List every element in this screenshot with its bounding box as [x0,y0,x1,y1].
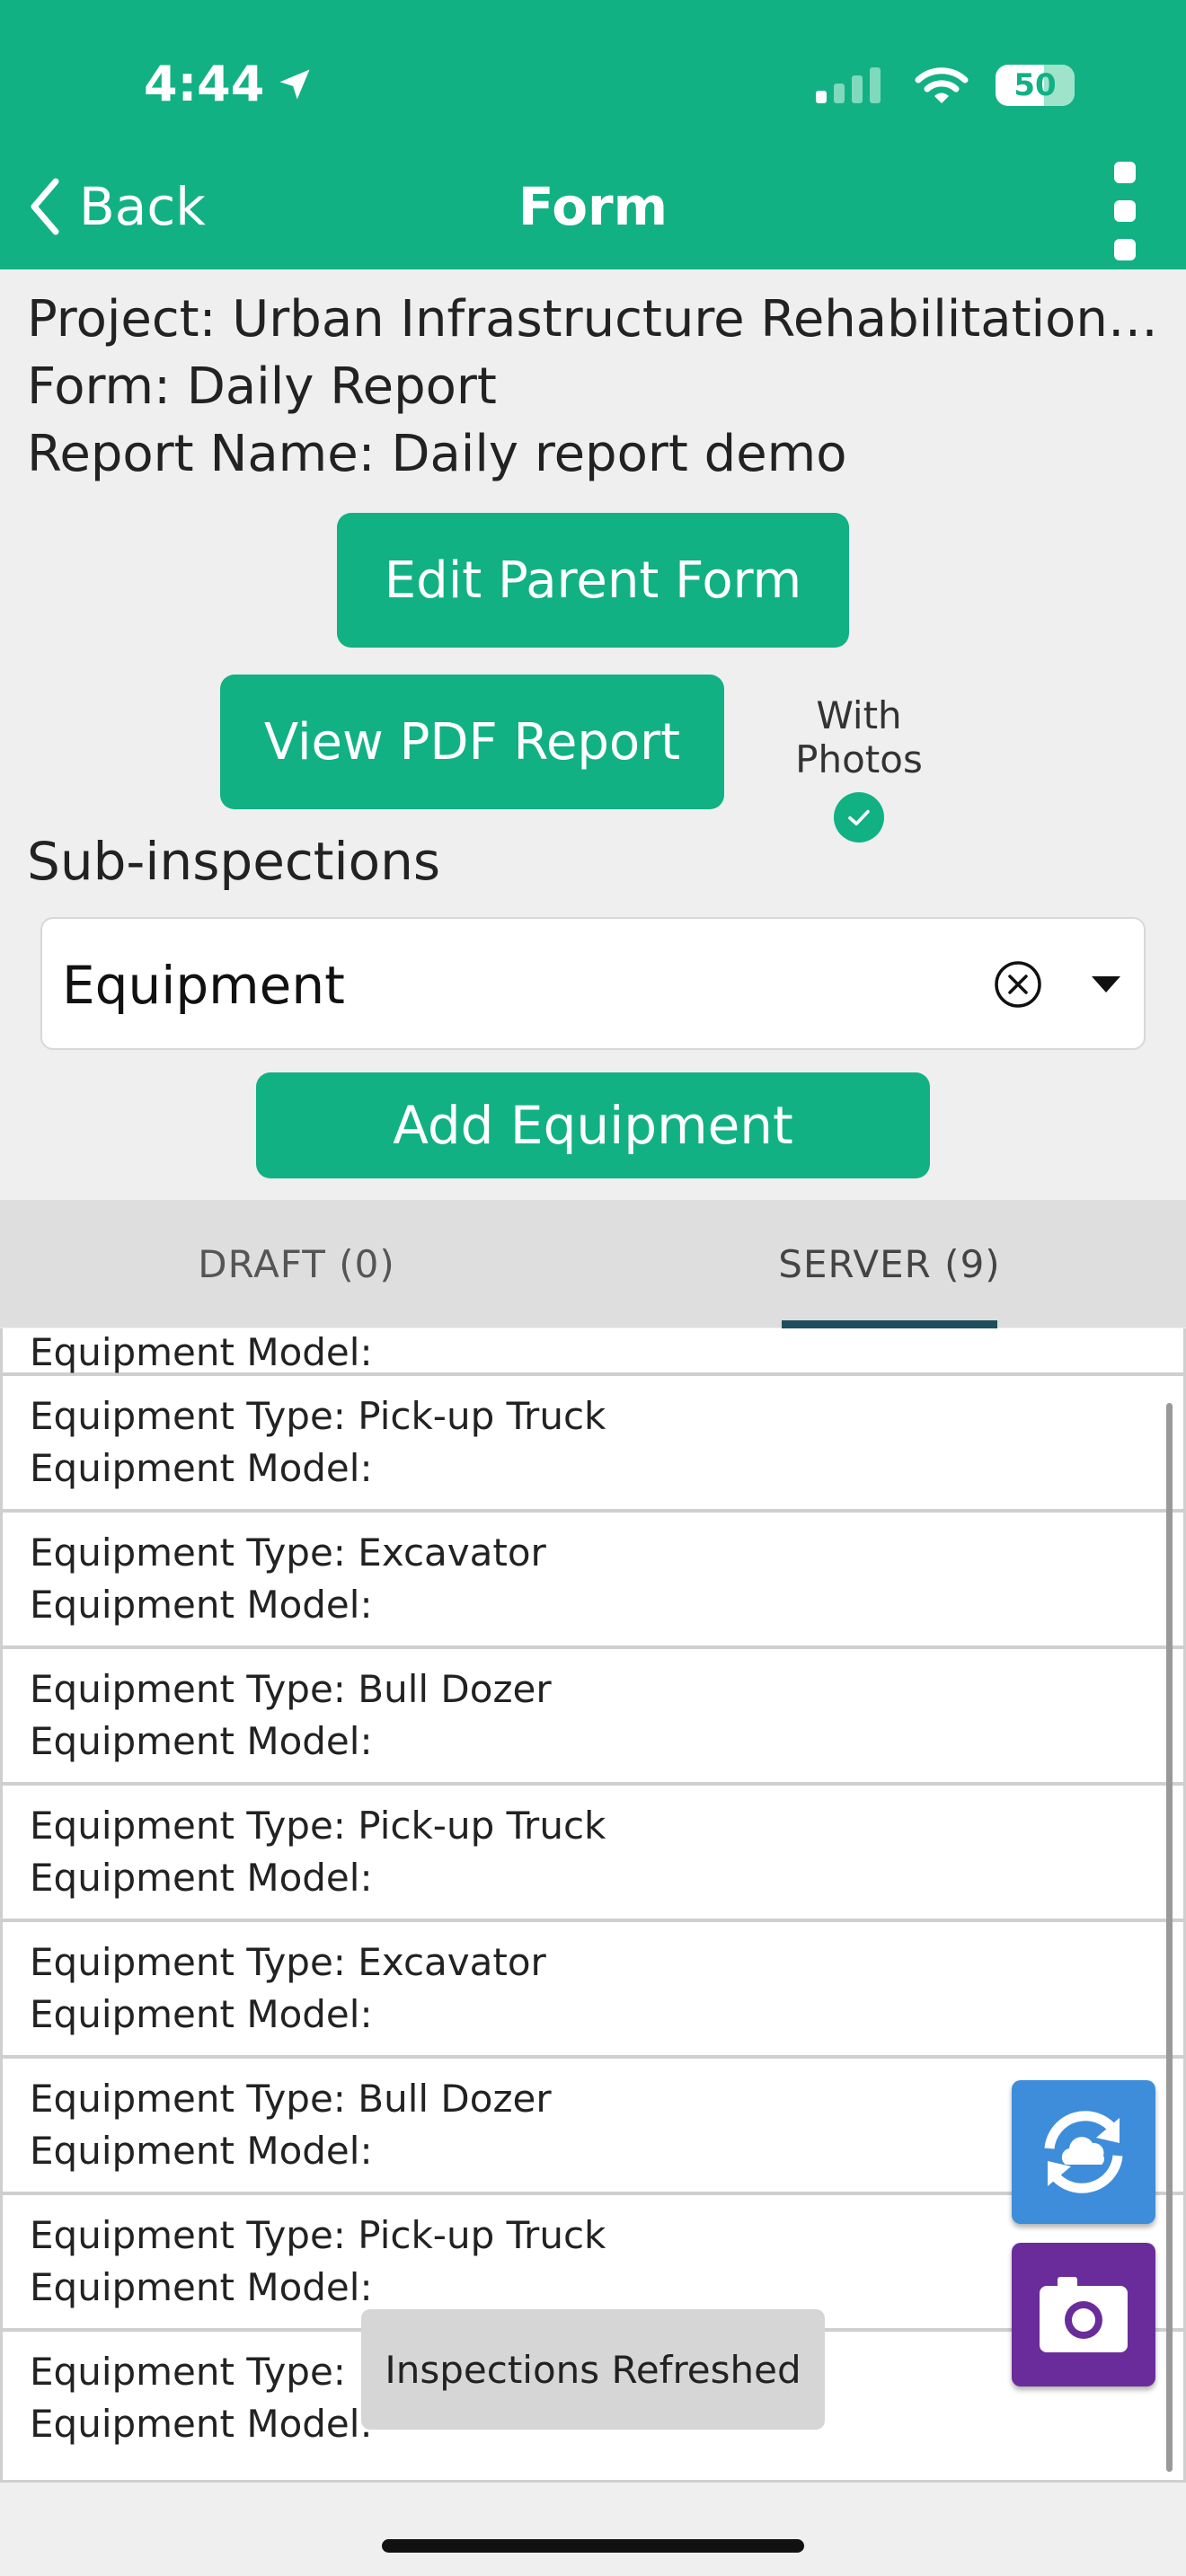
view-pdf-report-button[interactable]: View PDF Report [220,675,724,809]
with-photos-label: With Photos [795,693,923,781]
status-time: 4:44 [144,56,314,112]
home-indicator[interactable] [382,2539,804,2553]
with-photos-toggle[interactable]: With Photos [751,693,967,842]
equipment-model: Equipment Model: [30,1446,373,1490]
list-item[interactable]: Equipment Type: Pick-up Truck Equipment … [3,1786,1183,1922]
report-name-line: Report Name: Daily report demo [27,425,847,483]
equipment-type: Equipment Type: Bull Dozer [30,2077,552,2121]
header-bar: 4:44 50 Back Form [0,0,1186,269]
equipment-model: Equipment Model: [30,1856,373,1900]
signal-icon [816,67,881,103]
sub-inspection-select[interactable]: Equipment [40,917,1146,1050]
sync-button[interactable] [1012,2080,1155,2224]
sub-inspections-label: Sub-inspections [27,831,441,892]
checkmark-icon[interactable] [834,792,884,842]
equipment-model: Equipment Model: [30,1992,373,2036]
equipment-model: Equipment Model: [30,2129,373,2173]
equipment-type: Equipment Type: Pick-up Truck [30,1804,606,1848]
tab-server[interactable]: SERVER (9) [593,1200,1186,1328]
more-dot [1114,200,1136,222]
equipment-type: Equipment Type: Excavator [30,1531,546,1575]
equipment-model: Equipment Model: [30,1583,373,1627]
list-scrollbar[interactable] [1166,1403,1173,2472]
selected-value: Equipment [62,955,345,1016]
equipment-type: Equipment Type: Excavator [30,1940,546,1984]
back-label: Back [79,176,206,237]
list-item[interactable]: Equipment Type: Bull Dozer Equipment Mod… [3,1649,1183,1786]
equipment-model: Equipment Model: [30,1719,373,1763]
form-line: Form: Daily Report [27,357,497,416]
camera-icon [1040,2277,1128,2352]
equipment-type: Equipment Type: Pick-up Truck [30,1394,606,1438]
status-indicators: 50 [816,65,1075,106]
active-tab-indicator [782,1320,997,1328]
battery-icon: 50 [996,65,1075,106]
equipment-type: Equipment Type: Pick-up Truck [30,2213,606,2257]
list-item[interactable]: Equipment Type: Excavator Equipment Mode… [3,1513,1183,1649]
report-info: Project: Urban Infrastructure Rehabilita… [27,286,1168,488]
toast-message: Inspections Refreshed [361,2309,825,2430]
battery-level: 50 [1013,67,1057,103]
list-item[interactable]: Equipment Model: [3,1328,1183,1376]
dropdown-caret-icon[interactable] [1092,976,1120,992]
list-item[interactable]: Equipment Type: Excavator Equipment Mode… [3,1922,1183,2059]
tab-draft[interactable]: DRAFT (0) [0,1200,593,1328]
equipment-model: Equipment Model: [30,1330,373,1374]
more-dot [1114,239,1136,260]
location-arrow-icon [279,69,310,99]
more-options-button[interactable] [1098,162,1152,260]
add-equipment-button[interactable]: Add Equipment [256,1072,930,1178]
list-item[interactable]: Equipment Type: Bull Dozer Equipment Mod… [3,2059,1183,2195]
status-time-text: 4:44 [144,56,265,112]
project-line: Project: Urban Infrastructure Rehabilita… [27,290,1168,348]
more-vertical-icon [1114,162,1136,183]
equipment-type: Equipment Type: Bull Dozer [30,1667,552,1711]
equipment-model: Equipment Model: [30,2265,373,2309]
list-item[interactable]: Equipment Type: Pick-up Truck Equipment … [3,1376,1183,1513]
wifi-icon [915,67,969,103]
chevron-left-icon [31,178,59,235]
clear-icon[interactable] [993,959,1043,1010]
tab-bar: DRAFT (0) SERVER (9) [0,1200,1186,1328]
back-button[interactable]: Back [27,176,206,237]
cloud-sync-icon [1044,2111,1123,2193]
edit-parent-form-button[interactable]: Edit Parent Form [337,513,849,648]
camera-button[interactable] [1012,2243,1155,2386]
